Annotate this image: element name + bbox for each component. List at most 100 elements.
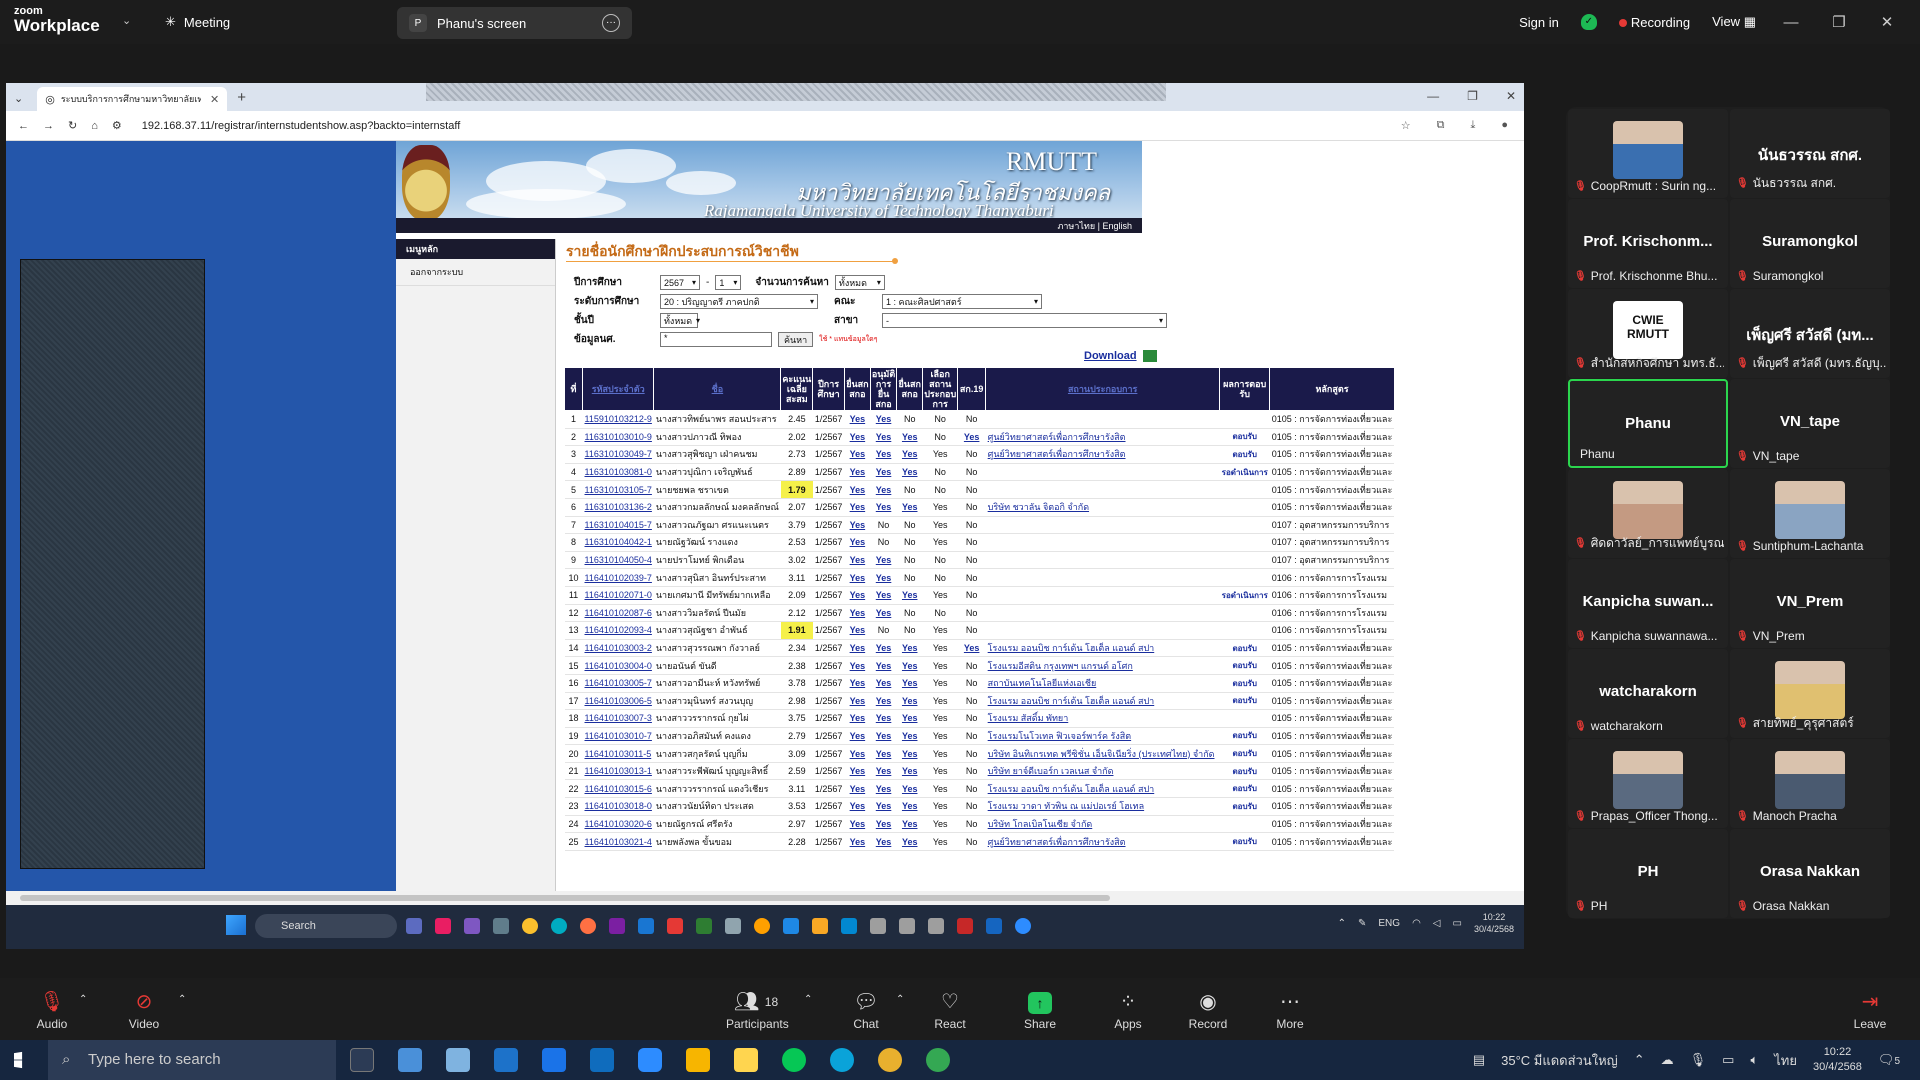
record-button[interactable]: ◉ Record <box>1178 990 1238 1031</box>
level-select[interactable]: 20 : ปริญญาตรี ภาคปกติ <box>660 294 818 309</box>
company-link[interactable]: บริษัท ชวาลัน จิตอกิ จำกัด <box>985 498 1220 517</box>
language-switch[interactable]: ภาษาไทย | English <box>396 218 1142 233</box>
share-button[interactable]: ↑ Share <box>1010 990 1070 1031</box>
app-icon[interactable] <box>928 918 944 934</box>
mail-icon[interactable] <box>590 1048 614 1072</box>
approve-status[interactable]: Yes <box>870 692 897 711</box>
student-id-link[interactable]: 116410103013-1 <box>582 762 654 781</box>
battery-icon[interactable]: ▭ <box>1453 918 1462 929</box>
teams-icon[interactable] <box>406 918 422 934</box>
student-id-link[interactable]: 116410102039-7 <box>582 568 654 587</box>
reload-icon[interactable]: ↻ <box>68 119 77 132</box>
video-button[interactable]: ⊘ Video <box>114 990 174 1031</box>
submit-status[interactable]: Yes <box>844 551 871 570</box>
home-icon[interactable]: ⌂ <box>91 120 98 132</box>
chevron-down-icon[interactable]: ⌄ <box>122 14 131 27</box>
participant-tile[interactable]: VN_tape 🎙︎ VN_tape <box>1730 379 1890 468</box>
submit-status[interactable]: Yes <box>844 498 871 517</box>
chevron-up-icon[interactable]: ⌃ <box>1634 1052 1645 1068</box>
student-id-link[interactable]: 116410103005-7 <box>582 674 654 693</box>
tab-close-icon[interactable]: ✕ <box>210 93 219 106</box>
download-icon[interactable]: ⤓ <box>1470 119 1475 132</box>
app-icon[interactable] <box>464 918 480 934</box>
participants-button[interactable]: 👥︎ 18 Participants <box>726 990 789 1031</box>
company-link[interactable] <box>985 568 1220 587</box>
student-id-link[interactable]: 116310104050-4 <box>582 551 654 570</box>
store-icon[interactable] <box>542 1048 566 1072</box>
horizontal-scrollbar[interactable] <box>6 891 1524 905</box>
chat-options-icon[interactable]: ⌃ <box>896 994 904 1005</box>
submit2-status[interactable]: Yes <box>896 727 923 746</box>
submit2-status[interactable]: Yes <box>896 445 923 464</box>
major-select[interactable]: - <box>882 313 1167 328</box>
inner-language[interactable]: ENG <box>1378 918 1400 929</box>
scroll-thumb[interactable] <box>20 895 1110 901</box>
participant-tile[interactable]: 🎙︎ Manoch Pracha <box>1730 739 1890 828</box>
company-link[interactable] <box>985 533 1220 552</box>
input-language[interactable]: ไทย <box>1774 1050 1797 1071</box>
weather-text[interactable]: 35°C มีแดดส่วนใหญ่ <box>1501 1050 1618 1071</box>
company-link[interactable]: โรงแรม สัสดิ์ม พัทยา <box>985 709 1220 728</box>
participant-tile[interactable]: PH 🎙︎ PH <box>1568 829 1728 918</box>
audio-options-icon[interactable]: ⌃ <box>79 994 87 1005</box>
company-link[interactable]: โรงแรม วาดา ทัวพิน ณ แม่ปอเรย์ โฮเทล <box>985 797 1220 816</box>
restore-icon[interactable]: ❐ <box>1826 13 1852 31</box>
participant-tile[interactable]: Phanu Phanu <box>1568 379 1728 468</box>
submit2-status[interactable]: Yes <box>896 498 923 517</box>
approve-status[interactable]: Yes <box>870 656 897 675</box>
close-icon[interactable]: ✕ <box>1874 13 1900 31</box>
participants-options-icon[interactable]: ⌃ <box>804 994 812 1005</box>
site-info-icon[interactable]: ⚙ <box>112 119 122 132</box>
submit2-status[interactable]: Yes <box>896 586 923 605</box>
participant-tile[interactable]: 🎙︎ สายทิพย์_คุรุศาสตร์ <box>1730 649 1890 738</box>
submit-status[interactable]: Yes <box>844 604 871 623</box>
chat-button[interactable]: 💬︎ Chat <box>836 990 896 1031</box>
submit-status[interactable]: Yes <box>844 744 871 763</box>
tab-list-icon[interactable]: ⌄ <box>14 92 23 105</box>
participant-tile[interactable]: watcharakorn 🎙︎ watcharakorn <box>1568 649 1728 738</box>
submit2-status[interactable]: Yes <box>896 674 923 693</box>
menu-main[interactable]: เมนูหลัก <box>396 239 555 259</box>
participant-tile[interactable]: Orasa Nakkan 🎙︎ Orasa Nakkan <box>1730 829 1890 918</box>
app-icon[interactable] <box>435 918 451 934</box>
speaker-icon[interactable]: 🔈︎ <box>1750 1052 1758 1068</box>
apps-button[interactable]: ⁘ Apps <box>1098 990 1158 1031</box>
extensions-icon[interactable]: ⧉ <box>1437 119 1445 132</box>
microphone-icon[interactable]: 🎙︎ <box>1690 1052 1707 1068</box>
company-link[interactable]: บริษัท อินทิเกรเทด พรีซิชั่น เอ็นจิเนียร… <box>985 744 1220 763</box>
taskbar-search-box[interactable]: ⌕ Type here to search <box>48 1040 336 1080</box>
approve-status[interactable]: Yes <box>870 604 897 623</box>
student-id-link[interactable]: 116410103010-7 <box>582 727 654 746</box>
zoom-icon[interactable] <box>1015 918 1031 934</box>
submit-status[interactable]: Yes <box>844 480 871 499</box>
submit2-status[interactable]: Yes <box>896 832 923 851</box>
inner-clock[interactable]: 10:22 30/4/2568 <box>1474 911 1514 935</box>
approve-status[interactable]: Yes <box>870 815 897 834</box>
sk19-status[interactable]: Yes <box>957 639 986 658</box>
chrome-profile-icon[interactable] <box>926 1048 950 1072</box>
participant-tile[interactable]: CWIE RMUTT 🎙︎ สำนักสหกิจศึกษา มทร.ธั... <box>1568 289 1728 378</box>
browser-restore-icon[interactable]: ❐ <box>1467 89 1478 103</box>
student-id-link[interactable]: 115910103212-9 <box>582 410 654 429</box>
approve-status[interactable]: Yes <box>870 674 897 693</box>
company-link[interactable]: บริษัท โกลเบิลโนเซีย จำกัด <box>985 815 1220 834</box>
browser-minimize-icon[interactable]: — <box>1427 89 1439 103</box>
approve-status[interactable]: Yes <box>870 762 897 781</box>
company-link[interactable] <box>985 516 1220 535</box>
student-id-link[interactable]: 116410103011-5 <box>582 744 654 763</box>
approve-status[interactable]: Yes <box>870 744 897 763</box>
participant-tile[interactable]: เพ็ญศรี สวัสดี (มท... 🎙︎ เพ็ญศรี สวัสดี (ม… <box>1730 289 1890 378</box>
student-id-link[interactable]: 116410103021-4 <box>582 832 654 851</box>
chrome-icon[interactable] <box>878 1048 902 1072</box>
company-link[interactable]: บริษัท ยาจ์ดีเบอร์ก เวลเนส จำกัด <box>985 762 1220 781</box>
student-id-link[interactable]: 116410103020-6 <box>582 815 654 834</box>
app-icon[interactable] <box>725 918 741 934</box>
task-view-icon[interactable] <box>350 1048 374 1072</box>
student-id-link[interactable]: 116410102071-0 <box>582 586 654 605</box>
line-icon[interactable] <box>696 918 712 934</box>
student-id-link[interactable]: 116310103136-2 <box>582 498 654 517</box>
menu-logout[interactable]: ออกจากระบบ <box>396 259 555 286</box>
calculator-icon[interactable] <box>494 1048 518 1072</box>
student-id-link[interactable]: 116310104015-7 <box>582 516 654 535</box>
browser-tab[interactable]: ◎ ระบบบริการการศึกษามหาวิทยาลัยเทคโ... ✕ <box>37 87 228 111</box>
